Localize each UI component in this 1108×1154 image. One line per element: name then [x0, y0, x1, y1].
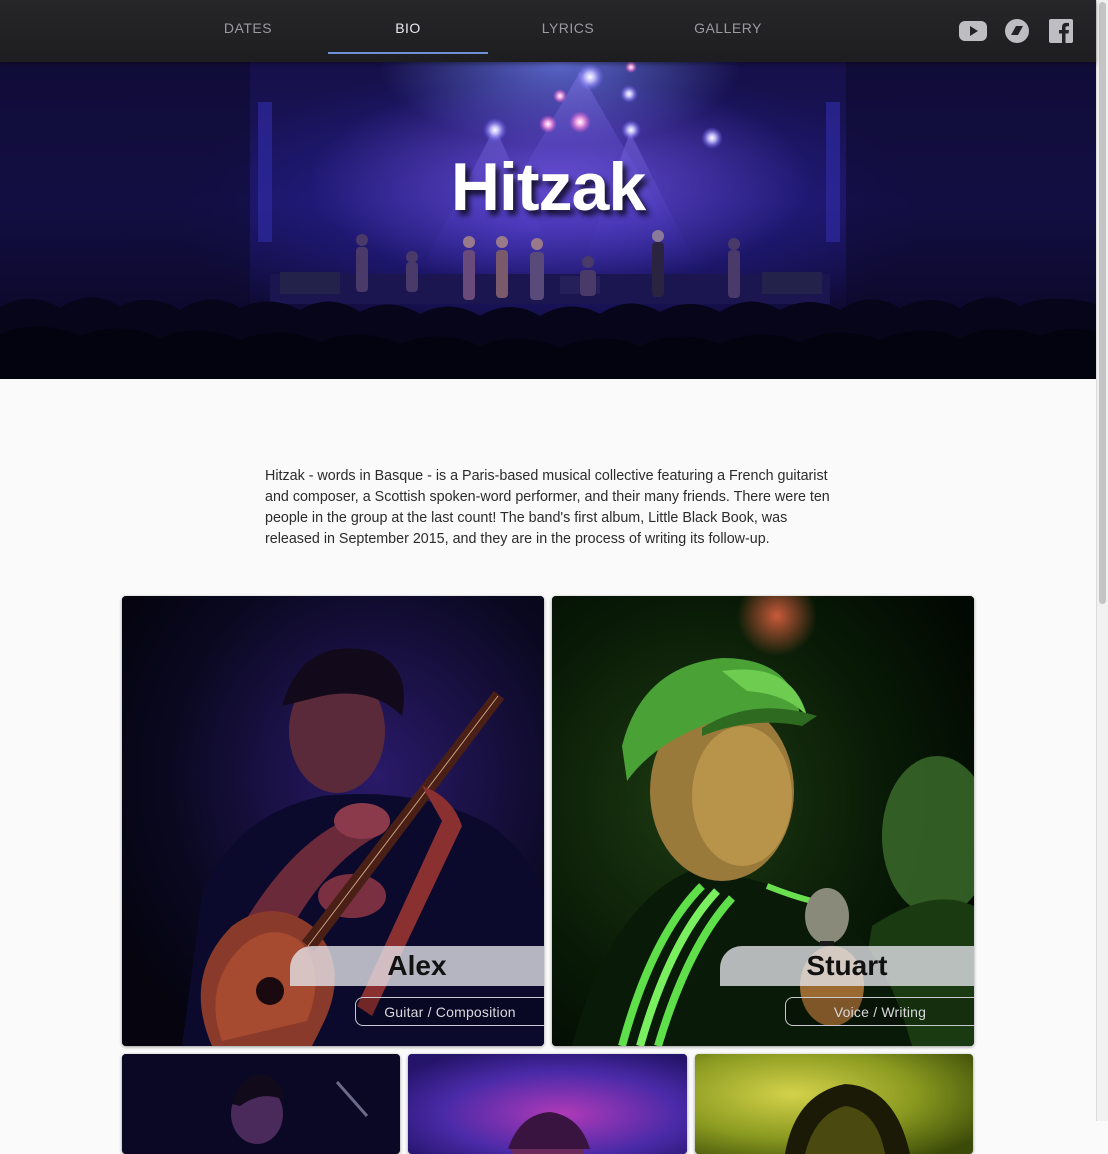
- tab-gallery-label: GALLERY: [694, 20, 762, 36]
- tab-dates-label: DATES: [223, 20, 273, 36]
- tab-gallery[interactable]: GALLERY: [648, 0, 808, 56]
- active-tab-indicator: [328, 52, 488, 54]
- bandcamp-icon: [1005, 19, 1029, 43]
- member-name-alex: Alex: [290, 946, 544, 986]
- member-photo-3: [122, 1054, 400, 1154]
- member-photo-5: [695, 1054, 973, 1154]
- facebook-icon: [1049, 19, 1073, 43]
- facebook-link[interactable]: [1047, 18, 1075, 44]
- member-card-stuart[interactable]: Stuart Voice / Writing: [552, 596, 974, 1046]
- tab-dates[interactable]: DATES: [168, 0, 328, 56]
- member-card-3[interactable]: [122, 1054, 400, 1154]
- youtube-link[interactable]: [959, 18, 987, 44]
- member-card-5[interactable]: [695, 1054, 973, 1154]
- tab-lyrics[interactable]: LYRICS: [488, 0, 648, 56]
- youtube-icon: [959, 21, 987, 41]
- member-role-alex: Guitar / Composition: [355, 997, 544, 1026]
- hero-title: Hitzak: [450, 149, 646, 225]
- hero-banner: Hitzak: [0, 62, 1096, 379]
- tab-bio[interactable]: BIO: [328, 0, 488, 56]
- bandcamp-link[interactable]: [1003, 18, 1031, 44]
- member-card-4[interactable]: [408, 1054, 687, 1154]
- tab-lyrics-label: LYRICS: [541, 20, 595, 36]
- member-name-stuart: Stuart: [720, 946, 974, 986]
- member-role-stuart: Voice / Writing: [785, 997, 974, 1026]
- member-card-alex[interactable]: Alex Guitar / Composition: [122, 596, 544, 1046]
- member-photo-4: [408, 1054, 687, 1154]
- tab-bio-label: BIO: [395, 20, 421, 36]
- scrollbar-thumb[interactable]: [1099, 2, 1106, 604]
- bio-paragraph: Hitzak - words in Basque - is a Paris-ba…: [265, 468, 830, 547]
- top-nav: DATES BIO LYRICS GALLERY: [0, 0, 1096, 62]
- page-scrollbar[interactable]: [1096, 0, 1108, 1121]
